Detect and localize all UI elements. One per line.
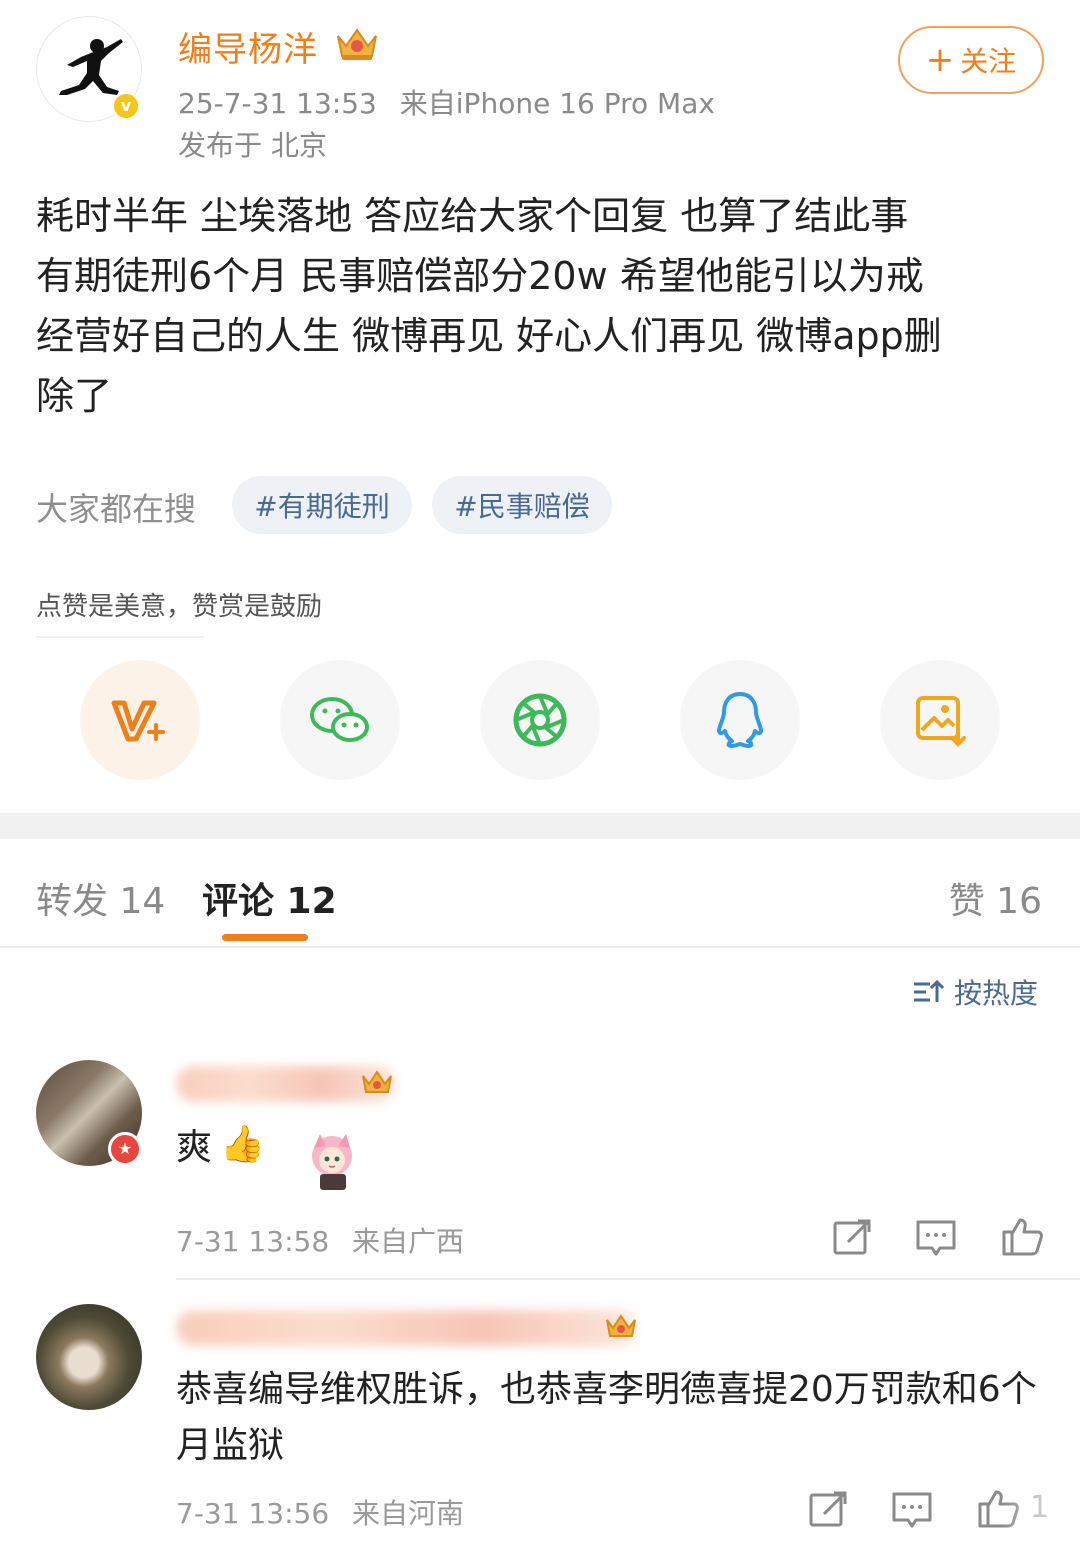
reply-icon[interactable]	[914, 1216, 958, 1260]
plus-icon: +	[925, 40, 955, 80]
sort-button[interactable]: 按热度	[912, 972, 1038, 1012]
comment-time: 7-31 13:58	[176, 1225, 330, 1258]
share-moments-button[interactable]	[480, 660, 600, 780]
reply-icon[interactable]	[890, 1488, 934, 1532]
tabs-border	[0, 946, 1080, 948]
comment-time: 7-31 13:56	[176, 1497, 330, 1530]
sort-icon	[914, 979, 944, 1002]
verified-badge-icon: v	[112, 92, 140, 120]
anime-sticker-icon	[312, 1134, 352, 1190]
post-meta: 25-7-31 13:53 来自iPhone 16 Pro Max	[178, 82, 729, 122]
crown-icon	[606, 1314, 636, 1337]
repost-icon[interactable]	[830, 1216, 874, 1260]
like-icon[interactable]	[1000, 1214, 1044, 1258]
watermark-fade	[1000, 1470, 1080, 1561]
repost-icon[interactable]	[806, 1488, 850, 1532]
commenter-name-blurred[interactable]	[176, 1310, 636, 1346]
qq-icon	[717, 692, 763, 748]
post-body-line: 有期徒刑6个月 民事赔偿部分20w 希望他能引以为戒	[36, 254, 924, 298]
save-image-button[interactable]	[880, 660, 1000, 780]
member-badge-icon: ★	[108, 1132, 142, 1166]
crown-icon	[362, 1070, 392, 1093]
wechat-icon	[310, 697, 369, 742]
reward-button[interactable]	[80, 660, 200, 780]
moments-icon	[513, 693, 567, 747]
share-qq-button[interactable]	[680, 660, 800, 780]
crown-icon	[337, 28, 377, 60]
save-image-icon	[916, 696, 966, 747]
post-body-line: 经营好自己的人生 微博再见 好心人们再见 微博app删	[36, 314, 942, 358]
comment-meta: 7-31 13:58 来自广西	[176, 1220, 478, 1260]
tab-like[interactable]: 赞 16	[949, 872, 1042, 924]
tab-comment[interactable]: 评论 12	[202, 872, 337, 924]
topic-chip-compensation[interactable]: #民事赔偿	[432, 476, 612, 534]
tab-repost[interactable]: 转发 14	[36, 872, 165, 924]
v-plus-icon	[111, 700, 165, 742]
post-body-line: 除了	[36, 374, 113, 418]
author-name[interactable]: 编导杨洋	[178, 22, 318, 71]
post-body-line: 耗时半年 尘埃落地 答应给大家个回复 也算了结此事	[36, 194, 909, 238]
follow-button[interactable]: + 关注	[898, 26, 1044, 94]
hot-search-label: 大家都在搜	[36, 490, 197, 528]
post-timestamp: 25-7-31 13:53	[178, 87, 377, 120]
post-location: 发布于 北京	[178, 129, 327, 162]
comment-meta: 7-31 13:56 来自河南	[176, 1492, 478, 1532]
post-source: 来自iPhone 16 Pro Max	[399, 87, 715, 120]
appreciation-text: 点赞是美意，赞赏是鼓励	[36, 592, 323, 622]
comment-source: 来自河南	[352, 1497, 465, 1530]
post-body: 耗时半年 尘埃落地 答应给大家个回复 也算了结此事 有期徒刑6个月 民事赔偿部分…	[36, 186, 1046, 426]
appreciation-divider	[36, 636, 204, 638]
commenter-avatar[interactable]	[36, 1304, 142, 1410]
follow-label: 关注	[960, 45, 1017, 78]
share-wechat-button[interactable]	[280, 660, 400, 780]
comment-body: 恭喜编导维权胜诉，也恭喜李明德喜提20万罚款和6个月监狱	[176, 1369, 1037, 1466]
comment-source: 来自广西	[352, 1225, 465, 1258]
comment-body: 爽	[176, 1127, 213, 1168]
section-divider	[0, 813, 1080, 839]
comment-text: 爽 👍	[176, 1118, 265, 1170]
sort-label: 按热度	[954, 977, 1039, 1010]
thumbs-up-emoji-icon: 👍	[220, 1124, 265, 1165]
topic-chip-prison[interactable]: #有期徒刑	[232, 476, 412, 534]
active-tab-indicator	[222, 934, 308, 941]
comment-divider	[176, 1278, 1080, 1280]
